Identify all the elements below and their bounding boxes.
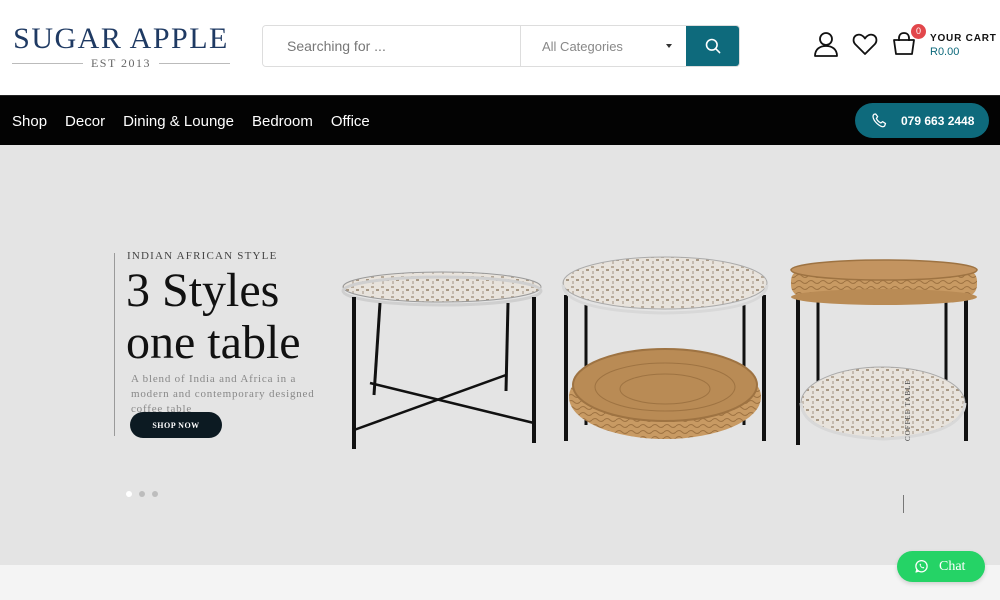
hero-description: A blend of India and Africa in a modern … — [131, 373, 315, 414]
table-1 — [341, 271, 543, 449]
hero-eyebrow: INDIAN AFRICAN STYLE — [127, 250, 278, 262]
table-3 — [790, 259, 978, 445]
chat-label: Chat — [939, 558, 966, 574]
divider — [12, 63, 83, 64]
logo-est-line: EST 2013 — [12, 56, 230, 71]
logo-est: EST 2013 — [90, 56, 152, 70]
phone-button[interactable]: 079 663 2448 — [855, 103, 989, 138]
search-bar: All Categories — [262, 25, 740, 67]
phone-icon — [872, 113, 887, 128]
site-header: SUGAR APPLE EST 2013 All Categories 0 YO… — [0, 0, 1000, 95]
category-select-value: All Categories — [542, 38, 623, 54]
nav-item-shop[interactable]: Shop — [12, 113, 47, 130]
divider — [159, 63, 230, 64]
table-2 — [561, 256, 769, 441]
cart-label: YOUR CART — [930, 33, 997, 44]
search-button[interactable] — [686, 26, 739, 66]
product-side-label: COFFEE TABLE — [904, 379, 912, 441]
cart-summary[interactable]: YOUR CART R0.00 — [930, 33, 997, 58]
logo[interactable]: SUGAR APPLE EST 2013 — [12, 22, 230, 71]
hero-title: 3 Styles one table — [126, 265, 346, 369]
caret-down-icon — [666, 44, 672, 48]
hero-slider: INDIAN AFRICAN STYLE 3 Styles one table … — [0, 145, 1000, 565]
wishlist-button[interactable] — [851, 30, 879, 58]
slider-dot-1[interactable] — [126, 491, 132, 497]
hero-product-image — [341, 256, 978, 449]
slider-dot-3[interactable] — [152, 491, 158, 497]
account-button[interactable] — [812, 30, 840, 58]
main-nav: Shop Decor Dining & Lounge Bedroom Offic… — [0, 95, 1000, 145]
heart-icon — [852, 33, 878, 55]
cart-amount: R0.00 — [930, 46, 960, 58]
search-icon — [705, 38, 720, 54]
phone-number: 079 663 2448 — [901, 113, 975, 128]
hero-title-line-1: 3 Styles — [126, 264, 280, 317]
nav-item-dining-lounge[interactable]: Dining & Lounge — [123, 113, 234, 130]
nav-links: Shop Decor Dining & Lounge Bedroom Offic… — [12, 96, 370, 146]
hero-title-line-2: one table — [126, 316, 301, 369]
logo-name: SUGAR APPLE — [13, 22, 229, 55]
user-icon — [814, 32, 838, 57]
shop-now-button[interactable]: SHOP NOW — [130, 412, 222, 438]
content-strip — [0, 565, 1000, 600]
nav-item-office[interactable]: Office — [331, 113, 370, 130]
slider-dot-2[interactable] — [139, 491, 145, 497]
chat-button[interactable]: Chat — [897, 551, 985, 582]
cart-count-badge: 0 — [911, 24, 926, 39]
hero-accent-rule — [114, 253, 115, 436]
search-input[interactable] — [263, 26, 520, 66]
whatsapp-icon — [915, 559, 928, 573]
nav-item-bedroom[interactable]: Bedroom — [252, 113, 313, 130]
category-select[interactable]: All Categories — [520, 26, 686, 66]
divider — [903, 495, 904, 513]
slider-dots — [126, 491, 158, 497]
nav-item-decor[interactable]: Decor — [65, 113, 105, 130]
